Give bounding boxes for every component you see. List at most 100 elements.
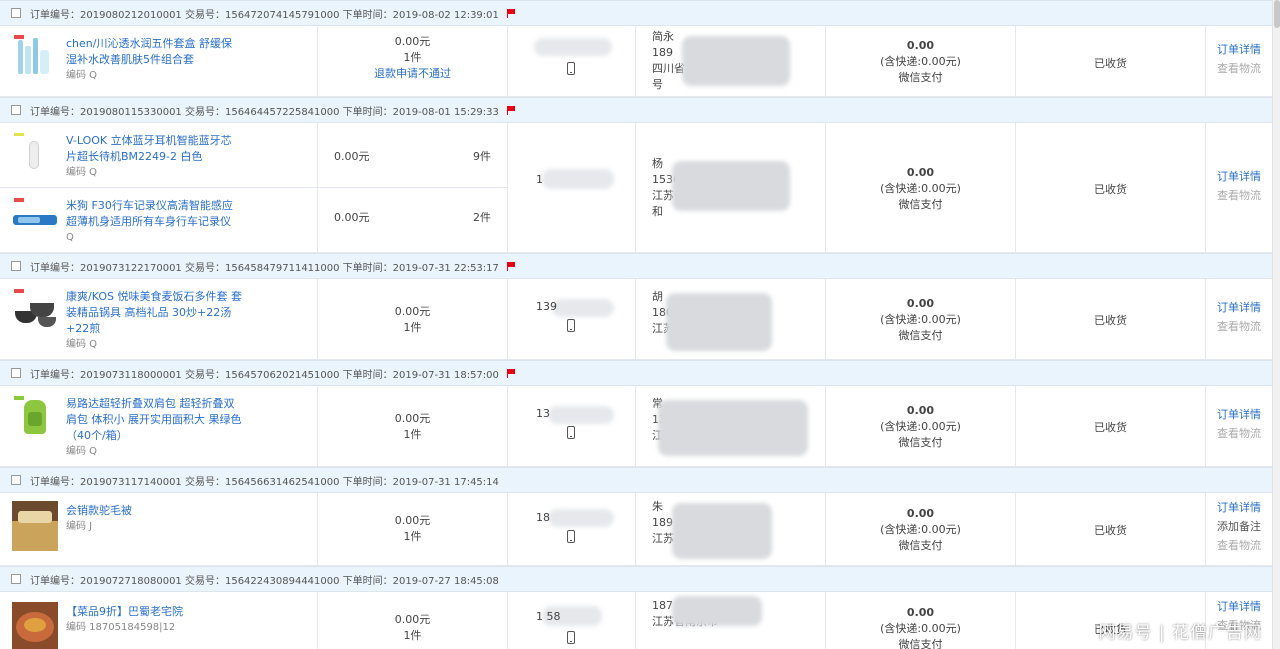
payment-method: 微信支付 — [898, 329, 943, 342]
product-code: 编码 Q — [66, 70, 98, 81]
order-meta: 订单编号：2019073122170001 交易号：15645847971141… — [30, 262, 499, 274]
red-flag-icon[interactable] — [506, 8, 515, 18]
price-amount: 0.00元 — [394, 305, 431, 318]
shipping-fee: (含快递:0.00元) — [880, 55, 961, 68]
view-logistics-link[interactable]: 查看物流 — [1206, 59, 1272, 78]
order-row: V-LOOK 立体蓝牙耳机智能蓝牙芯片超长待机BM2249-2 白色 编码 Q … — [0, 123, 1272, 253]
quantity: 1件 — [403, 321, 422, 334]
scrollbar-thumb[interactable] — [1274, 0, 1280, 28]
product-item: 易路达超轻折叠双肩包 超轻折叠双肩包 体积小 展开实用面积大 果绿色 （40个/… — [0, 386, 317, 466]
payment-method: 微信支付 — [898, 71, 943, 84]
order-status: 已收货 — [1094, 57, 1127, 70]
product-thumbnail[interactable] — [12, 34, 58, 80]
product-cell: 康爽/KOS 悦味美食麦饭石多件套 套装精品锅具 高档礼品 30炒+22汤+22… — [0, 279, 318, 359]
address-cell: 187 江苏省南京市 — [636, 592, 826, 649]
order-detail-link[interactable]: 订单详情 — [1206, 167, 1272, 186]
view-logistics-link[interactable]: 查看物流 — [1206, 424, 1272, 443]
view-logistics-link[interactable]: 查看物流 — [1206, 186, 1272, 205]
price-item: 0.00元 9件 — [318, 123, 507, 187]
checkbox-icon[interactable] — [11, 8, 21, 18]
checkbox-icon[interactable] — [11, 574, 21, 584]
order-header: 订单编号：2019073122170001 交易号：15645847971141… — [0, 253, 1272, 279]
product-thumbnail[interactable] — [12, 196, 58, 242]
order-detail-link[interactable]: 订单详情 — [1206, 597, 1272, 616]
product-cell: V-LOOK 立体蓝牙耳机智能蓝牙芯片超长待机BM2249-2 白色 编码 Q … — [0, 123, 318, 252]
view-logistics-link[interactable]: 查看物流 — [1206, 317, 1272, 336]
order-detail-link[interactable]: 订单详情 — [1206, 405, 1272, 424]
actions-cell: 订单详情 查看物流 — [1206, 26, 1272, 96]
product-item: 康爽/KOS 悦味美食麦饭石多件套 套装精品锅具 高档礼品 30炒+22汤+22… — [0, 279, 317, 359]
order-status: 已收货 — [1094, 524, 1127, 537]
product-name-link[interactable]: 会销款驼毛被 — [66, 503, 242, 519]
price-amount: 0.00元 — [394, 613, 431, 626]
quantity: 1件 — [403, 530, 422, 543]
order-detail-link[interactable]: 订单详情 — [1206, 498, 1272, 517]
product-item: 会销款驼毛被 编码 J — [0, 493, 317, 565]
view-logistics-link[interactable]: 查看物流 — [1206, 536, 1272, 555]
add-note-link[interactable]: 添加备注 — [1206, 517, 1272, 536]
product-thumbnail[interactable] — [12, 287, 58, 333]
product-name-link[interactable]: chen/川沁透水润五件套盒 舒缓保湿补水改善肌肤5件组合套 — [66, 36, 242, 68]
blurred-address — [682, 36, 790, 86]
payment-cell: 0.00 (含快递:0.00元) 微信支付 — [826, 493, 1016, 565]
product-name-link[interactable]: 【菜品9折】巴蜀老宅院 — [66, 604, 242, 620]
checkbox-icon[interactable] — [11, 261, 21, 271]
order-status: 已收货 — [1094, 314, 1127, 327]
payment-method: 微信支付 — [898, 638, 943, 649]
checkbox-icon[interactable] — [11, 368, 21, 378]
product-thumbnail[interactable] — [12, 131, 58, 177]
order-row: chen/川沁透水润五件套盒 舒缓保湿补水改善肌肤5件组合套 编码 Q 0.00… — [0, 26, 1272, 97]
address-cell: 简永 189 四川省 47 号 — [636, 26, 826, 96]
vertical-scrollbar[interactable] — [1272, 0, 1280, 649]
blurred-address — [658, 400, 808, 456]
price-amount: 0.00元 — [394, 514, 431, 527]
quantity: 1件 — [403, 629, 422, 642]
mobile-phone-icon — [567, 62, 575, 75]
mobile-phone-icon — [567, 631, 575, 644]
red-flag-icon[interactable] — [506, 105, 515, 115]
order-row: 会销款驼毛被 编码 J 0.00元 1件 18 朱 189 江苏 中路 — [0, 493, 1272, 566]
order-row: 康爽/KOS 悦味美食麦饭石多件套 套装精品锅具 高档礼品 30炒+22汤+22… — [0, 279, 1272, 360]
address-cell: 胡 180 590 江苏省 区新秋湖东路 — [636, 279, 826, 359]
product-name-link[interactable]: 米狗 F30行车记录仪高清智能感应超薄机身适用所有车身行车记录仪 — [66, 198, 242, 230]
product-name-link[interactable]: V-LOOK 立体蓝牙耳机智能蓝牙芯片超长待机BM2249-2 白色 — [66, 133, 242, 165]
product-thumbnail[interactable] — [12, 394, 58, 440]
payment-total: 0.00 — [906, 404, 935, 417]
buyer-cell: 1 — [508, 123, 636, 252]
product-item: chen/川沁透水润五件套盒 舒缓保湿补水改善肌肤5件组合套 编码 Q — [0, 26, 317, 96]
red-flag-icon[interactable] — [506, 368, 515, 378]
payment-method: 微信支付 — [898, 198, 943, 211]
payment-total: 0.00 — [906, 606, 935, 619]
order-status: 已收货 — [1094, 421, 1127, 434]
product-thumbnail[interactable] — [12, 501, 58, 551]
blurred-buyer — [548, 406, 614, 424]
order-header: 订单编号：2019072718080001 交易号：15642243089444… — [0, 566, 1272, 592]
price-cell: 0.00元 1件 退款申请不通过 — [318, 26, 508, 96]
payment-cell: 0.00 (含快递:0.00元) 微信支付 — [826, 386, 1016, 466]
order-row: 易路达超轻折叠双肩包 超轻折叠双肩包 体积小 展开实用面积大 果绿色 （40个/… — [0, 386, 1272, 467]
blurred-address — [672, 596, 762, 626]
product-thumbnail[interactable] — [12, 602, 58, 649]
buyer-phone: 1 58 — [536, 610, 561, 623]
status-cell: 已收货 — [1016, 279, 1206, 359]
price-amount: 0.00元 — [394, 35, 431, 48]
price-item: 0.00元 1件 退款申请不通过 — [318, 26, 507, 96]
price-amount: 0.00元 — [334, 211, 370, 224]
order-detail-link[interactable]: 订单详情 — [1206, 40, 1272, 59]
checkbox-icon[interactable] — [11, 105, 21, 115]
buyer-phone: 139 — [536, 300, 557, 313]
address-cell: 杨 1536 江苏省南京 区南海生物 和 — [636, 123, 826, 252]
checkbox-icon[interactable] — [11, 475, 21, 485]
payment-total: 0.00 — [906, 39, 935, 52]
product-cell: chen/川沁透水润五件套盒 舒缓保湿补水改善肌肤5件组合套 编码 Q — [0, 26, 318, 96]
product-name-link[interactable]: 康爽/KOS 悦味美食麦饭石多件套 套装精品锅具 高档礼品 30炒+22汤+22… — [66, 289, 242, 337]
order-meta: 订单编号：2019072718080001 交易号：15642243089444… — [30, 575, 499, 587]
red-flag-icon[interactable] — [506, 261, 515, 271]
order-header: 订单编号：2019073117140001 交易号：15645663146254… — [0, 467, 1272, 493]
product-item: 米狗 F30行车记录仪高清智能感应超薄机身适用所有车身行车记录仪 Q — [0, 187, 317, 252]
order-detail-link[interactable]: 订单详情 — [1206, 298, 1272, 317]
status-cell: 已收货 — [1016, 386, 1206, 466]
product-name-link[interactable]: 易路达超轻折叠双肩包 超轻折叠双肩包 体积小 展开实用面积大 果绿色 （40个/… — [66, 396, 242, 444]
refund-status-link[interactable]: 退款申请不通过 — [318, 66, 507, 82]
product-code: 编码 J — [66, 521, 93, 532]
